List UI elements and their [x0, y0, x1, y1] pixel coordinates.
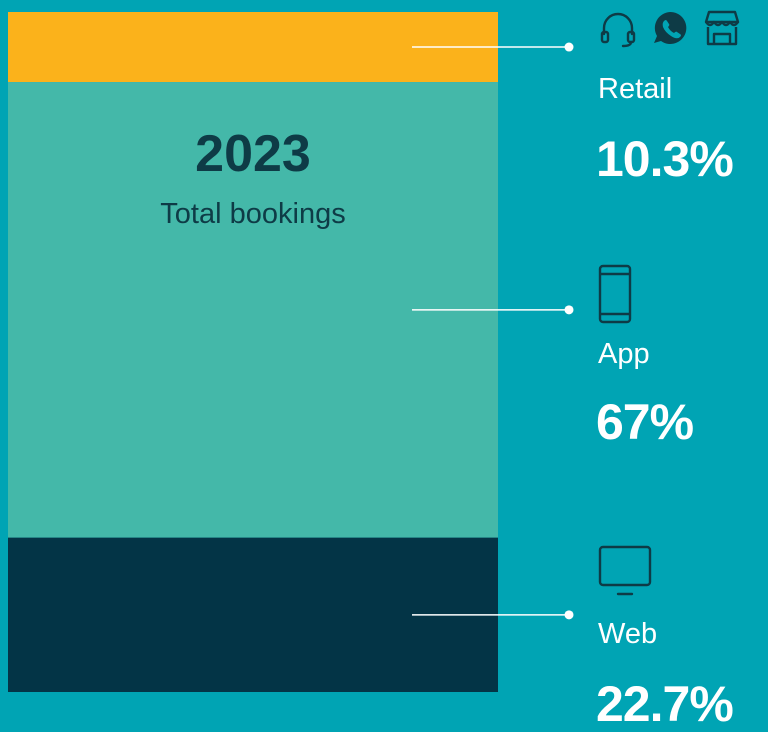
whatsapp-icon — [650, 8, 690, 48]
leader-dot-retail — [564, 42, 574, 52]
web-icons — [598, 544, 654, 598]
smartphone-icon — [598, 264, 638, 326]
store-icon — [702, 8, 742, 48]
value-label-retail: 10.3% — [596, 131, 734, 187]
headset-icon — [598, 8, 638, 48]
value-label-web: 22.7% — [596, 676, 734, 732]
leader-dot-web — [564, 610, 574, 620]
retail-icons — [598, 8, 742, 48]
legend-label-retail: Retail — [598, 73, 673, 105]
legend-label-app: App — [598, 338, 650, 370]
value-label-app: 67% — [596, 394, 694, 450]
chart-year-title: 2023 — [195, 125, 311, 183]
app-icons — [598, 264, 638, 326]
legend-label-web: Web — [598, 618, 658, 650]
leader-dot-app — [564, 305, 574, 315]
desktop-monitor-icon — [598, 544, 654, 598]
chart-subtitle: Total bookings — [160, 198, 346, 230]
